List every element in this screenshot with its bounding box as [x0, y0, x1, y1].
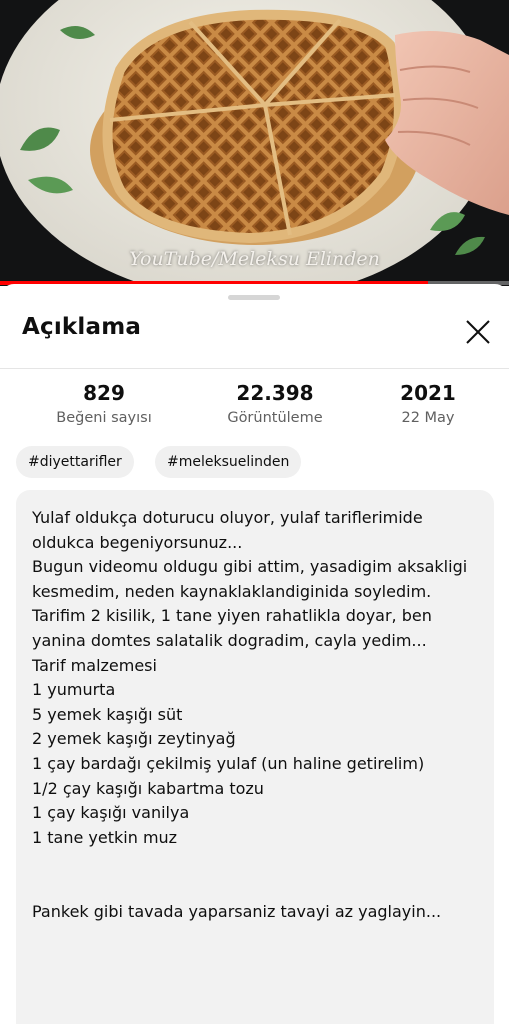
- likes-stat: 829 Beğeni sayısı: [24, 380, 184, 426]
- close-icon: [466, 320, 490, 344]
- date-stat: 2021 22 May: [348, 380, 508, 426]
- views-label: Görüntüleme: [227, 410, 323, 426]
- publish-date: 22 May: [401, 410, 455, 426]
- sheet-title: Açıklama: [22, 314, 142, 340]
- description-box: Yulaf oldukça doturucu oluyor, yulaf tar…: [16, 490, 494, 1024]
- likes-label: Beğeni sayısı: [56, 410, 152, 426]
- hashtag-chip[interactable]: #diyettarifler: [16, 446, 134, 478]
- hashtag-chip[interactable]: #meleksuelinden: [155, 446, 302, 478]
- views-stat: 22.398 Görüntüleme: [195, 380, 355, 426]
- video-player[interactable]: YouTube/Meleksu Elinden: [0, 0, 509, 286]
- video-watermark: YouTube/Meleksu Elinden: [129, 248, 380, 270]
- video-stats: 829 Beğeni sayısı 22.398 Görüntüleme 202…: [0, 380, 509, 440]
- likes-count: 829: [83, 381, 125, 405]
- views-count: 22.398: [236, 381, 314, 405]
- description-sheet: Açıklama 829 Beğeni sayısı 22.398 Görünt…: [0, 284, 509, 1024]
- description-text: Yulaf oldukça doturucu oluyor, yulaf tar…: [32, 508, 468, 921]
- header-divider: [0, 368, 509, 369]
- drag-handle[interactable]: [228, 295, 280, 300]
- close-button[interactable]: [458, 312, 498, 352]
- publish-year: 2021: [400, 381, 456, 405]
- waffle-photo: [0, 0, 509, 286]
